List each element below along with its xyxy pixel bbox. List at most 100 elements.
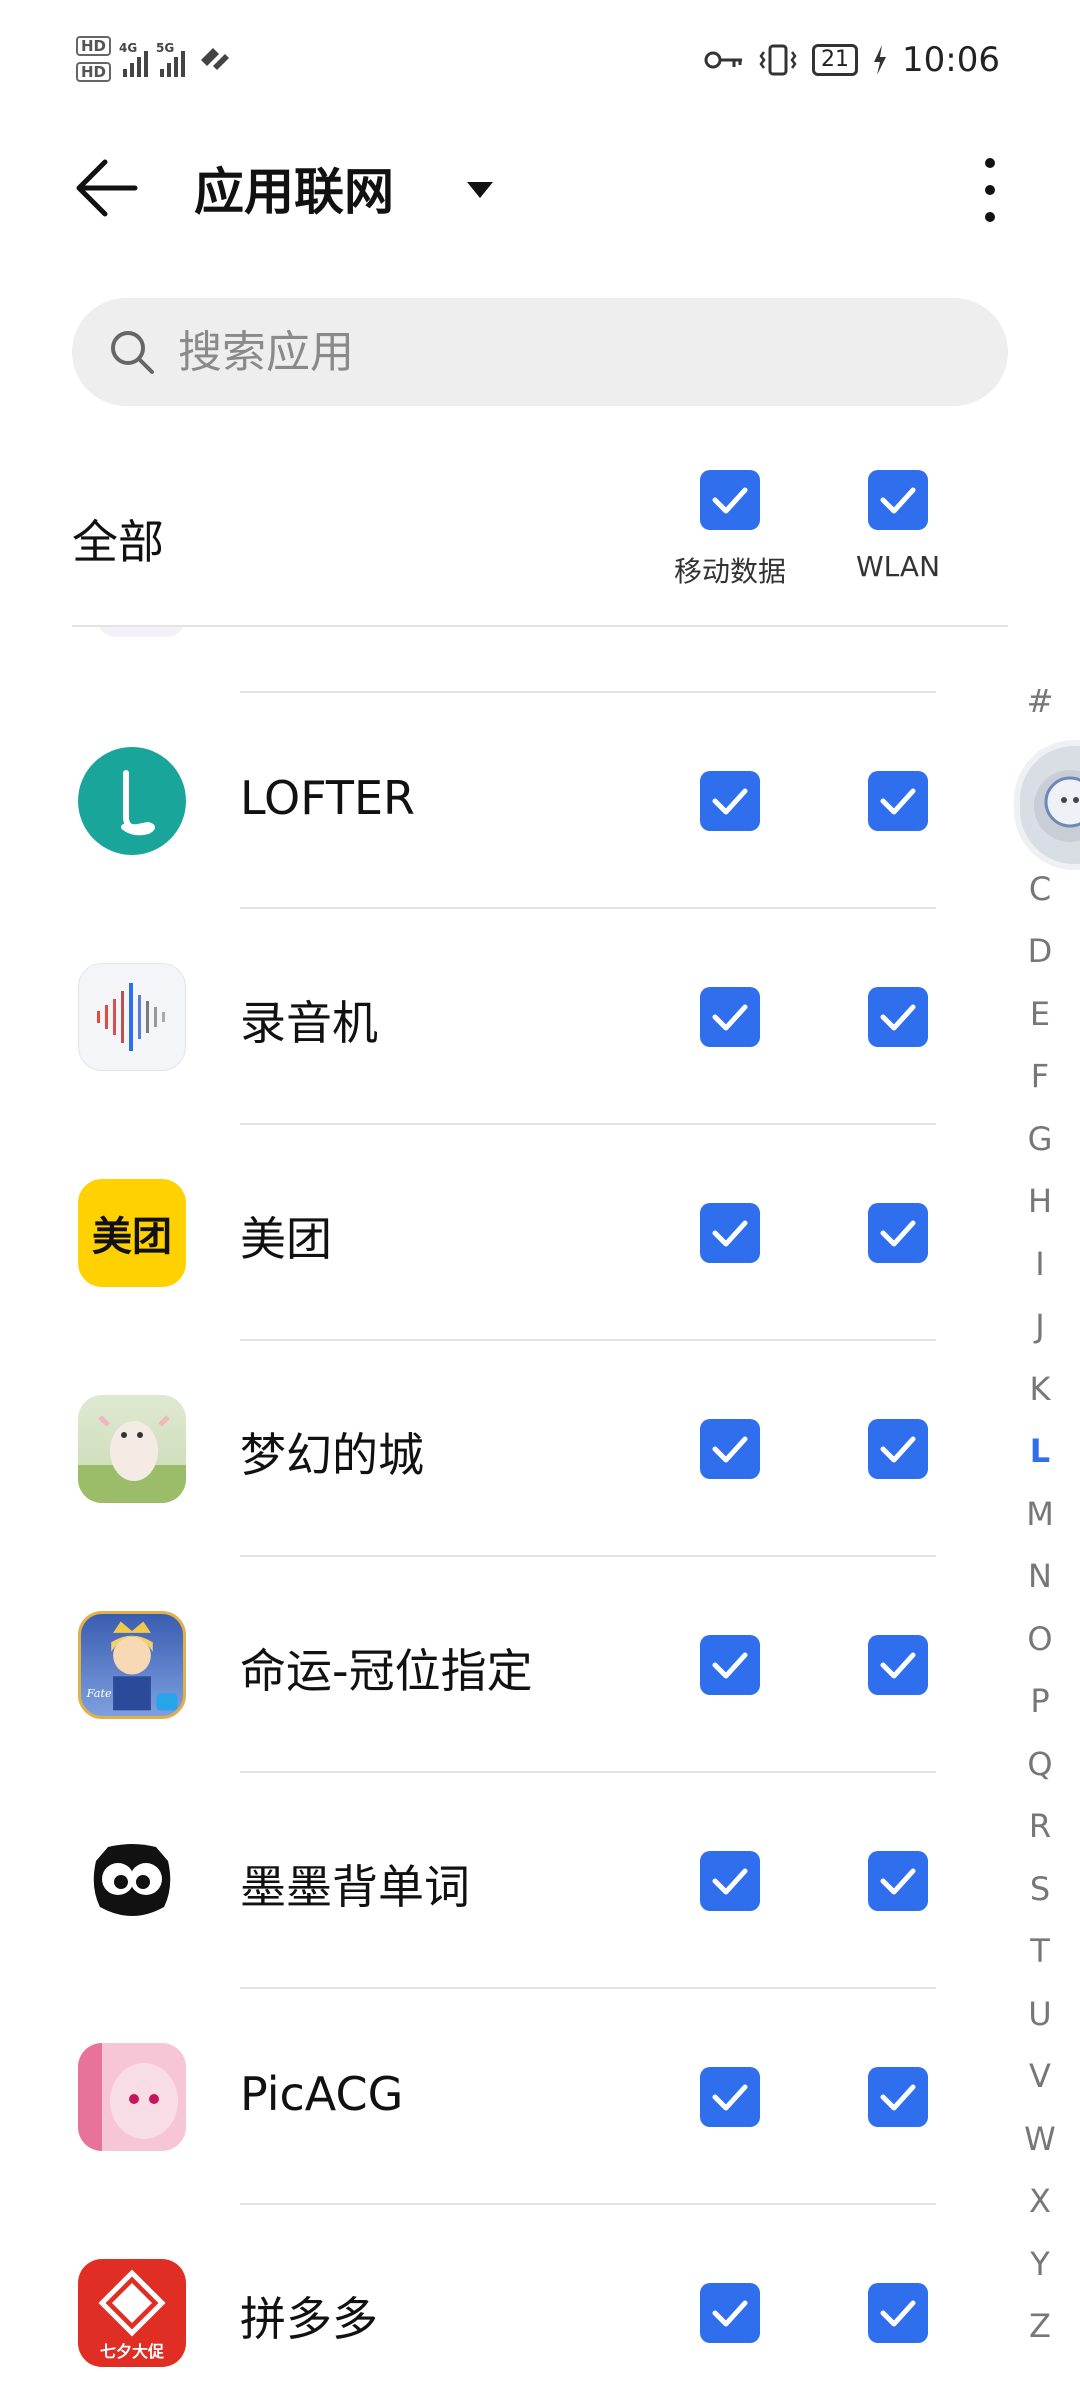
app-row-lofter[interactable]: LOFTER (0, 691, 1000, 907)
checkmark-icon (712, 788, 748, 815)
index-letter[interactable]: K (1030, 1358, 1051, 1421)
hd-badge-1: HD (76, 36, 112, 56)
hd-badges: HD HD (76, 36, 112, 82)
index-letter[interactable]: P (1030, 1670, 1049, 1733)
alphabet-index-bar[interactable]: #ABCDEFGHIJKLMNOPQRSTUVWXYZ (1020, 670, 1060, 2358)
charging-icon (874, 45, 887, 75)
app-name: PicACG (240, 2067, 404, 2121)
app-name: 梦幻的城 (240, 1428, 424, 1482)
app-row-picacg[interactable]: PicACG (0, 1987, 1000, 2203)
wlan-label: WLAN (855, 550, 941, 583)
index-letter[interactable]: O (1027, 1608, 1052, 1671)
index-letter[interactable]: Y (1030, 2233, 1050, 2296)
index-letter[interactable]: F (1031, 1045, 1049, 1108)
title-dropdown[interactable] (460, 170, 500, 210)
mobile-data-checkbox[interactable] (700, 771, 760, 831)
index-letter[interactable]: D (1028, 920, 1053, 983)
index-letter[interactable]: G (1028, 1108, 1053, 1171)
mobile-data-column-header: 移动数据 (650, 470, 810, 590)
wlan-checkbox[interactable] (868, 771, 928, 831)
index-letter[interactable]: U (1028, 1983, 1051, 2046)
recorder-icon (78, 963, 186, 1071)
row-divider (240, 1123, 936, 1125)
checkmark-icon (712, 487, 748, 514)
svg-text:七夕大促: 七夕大促 (100, 2342, 165, 2361)
more-options-button[interactable] (960, 150, 1020, 230)
mobile-data-all-checkbox[interactable] (700, 470, 760, 530)
search-bar[interactable] (72, 298, 1008, 406)
wlan-checkbox[interactable] (868, 2067, 928, 2127)
partial-app-icon (96, 627, 186, 637)
index-letter[interactable]: E (1030, 983, 1050, 1046)
app-row-momo[interactable]: 墨墨背单词 (0, 1771, 1000, 1987)
index-letter[interactable]: # (1027, 670, 1054, 733)
checkmark-icon (880, 788, 916, 815)
index-letter[interactable]: H (1028, 1170, 1052, 1233)
mobile-data-checkbox[interactable] (700, 1851, 760, 1911)
checkmark-icon (712, 1868, 748, 1895)
mobile-data-checkbox[interactable] (700, 1635, 760, 1695)
meituan-logo-text: 美团 (92, 1214, 172, 1260)
arrow-left-icon (76, 159, 138, 217)
index-letter[interactable]: C (1029, 858, 1051, 921)
index-letter[interactable]: L (1030, 1420, 1050, 1483)
app-row-fgo[interactable]: Fate 命运-冠位指定 (0, 1555, 1000, 1771)
row-divider (240, 2203, 936, 2205)
index-letter[interactable]: Q (1027, 1733, 1052, 1796)
wlan-checkbox[interactable] (868, 1203, 928, 1263)
caret-down-icon (467, 182, 493, 198)
sim2-signal-icon: 5G (156, 41, 186, 77)
hd-badge-2: HD (76, 62, 112, 82)
wlan-all-checkbox[interactable] (868, 470, 928, 530)
index-letter[interactable]: S (1030, 1858, 1050, 1921)
mobile-data-checkbox[interactable] (700, 1203, 760, 1263)
mobile-data-checkbox[interactable] (700, 987, 760, 1047)
index-letter[interactable]: Z (1029, 2295, 1051, 2358)
wlan-checkbox[interactable] (868, 987, 928, 1047)
index-letter[interactable]: I (1035, 1233, 1044, 1296)
mobile-data-checkbox[interactable] (700, 2067, 760, 2127)
app-name: 命运-冠位指定 (240, 1644, 533, 1698)
index-letter[interactable]: T (1030, 1920, 1050, 1983)
app-row-recorder[interactable]: 录音机 (0, 907, 1000, 1123)
index-letter[interactable]: W (1024, 2108, 1056, 2171)
wlan-column-header: WLAN (818, 470, 978, 583)
back-button[interactable] (66, 148, 146, 228)
app-row-dream-castle[interactable]: 梦幻的城 (0, 1339, 1000, 1555)
checkmark-icon (712, 1220, 748, 1247)
index-letter[interactable]: R (1029, 1795, 1051, 1858)
checkmark-icon (880, 2300, 916, 2327)
checkmark-icon (880, 487, 916, 514)
index-letter[interactable]: V (1029, 2045, 1051, 2108)
app-name: 拼多多 (240, 2292, 378, 2346)
search-input[interactable] (178, 326, 878, 378)
checkmark-icon (712, 2300, 748, 2327)
wlan-checkbox[interactable] (868, 1851, 928, 1911)
mobile-data-checkbox[interactable] (700, 1419, 760, 1479)
picacg-icon (78, 2043, 186, 2151)
checkmark-icon (712, 1004, 748, 1031)
index-letter[interactable]: J (1035, 1295, 1044, 1358)
index-letter[interactable]: X (1029, 2170, 1051, 2233)
index-letter[interactable]: M (1026, 1483, 1054, 1546)
checkmark-icon (880, 2084, 916, 2111)
status-bar: HD HD 4G 5G 21 10:06 (0, 0, 1080, 130)
wlan-checkbox[interactable] (868, 1419, 928, 1479)
app-list[interactable]: LOFTER 录音机 美团 美团 梦幻的城 Fate 命运-冠位指定 墨墨背单词… (0, 627, 1000, 2388)
mobile-data-checkbox[interactable] (700, 2283, 760, 2343)
app-row-meituan[interactable]: 美团 美团 (0, 1123, 1000, 1339)
wlan-checkbox[interactable] (868, 1635, 928, 1695)
checkmark-icon (880, 1652, 916, 1679)
clock: 10:06 (902, 40, 1000, 80)
app-name: 美团 (240, 1212, 332, 1266)
sim1-signal-icon: 4G (119, 41, 149, 77)
fgo-icon: Fate (78, 1611, 186, 1719)
app-name: 墨墨背单词 (240, 1860, 470, 1914)
checkmark-icon (712, 2084, 748, 2111)
wlan-checkbox[interactable] (868, 2283, 928, 2343)
momo-owl-icon (78, 1827, 186, 1935)
sim2-network-type: 5G (156, 41, 175, 55)
app-row-pinduoduo[interactable]: 七夕大促 拼多多 (0, 2203, 1000, 2388)
vibrate-icon (759, 44, 797, 76)
index-letter[interactable]: N (1028, 1545, 1052, 1608)
